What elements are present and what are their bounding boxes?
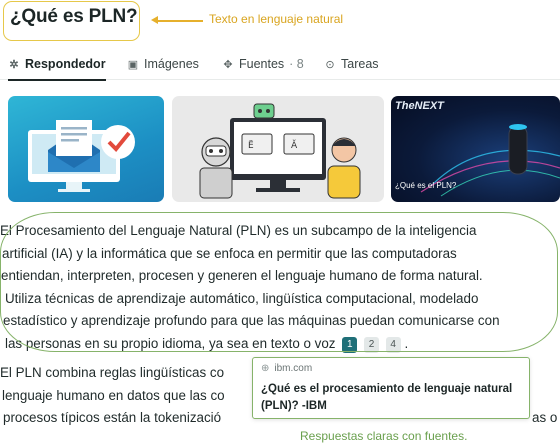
answer-paragraph: El Procesamiento del Lenguaje Natural (P… — [0, 220, 560, 356]
citation-badge[interactable]: 2 — [363, 336, 379, 353]
answer-line: estadístico y aprendizaje profundo para … — [3, 313, 500, 329]
answer-line: Utiliza técnicas de aprendizaje automáti… — [5, 290, 479, 306]
tab-tasks[interactable]: ⊙ Tareas — [324, 48, 378, 80]
email-illustration — [28, 120, 135, 192]
tab-images[interactable]: ▣ Imágenes — [127, 48, 199, 80]
globe-icon: ⊕ — [261, 363, 270, 374]
citation-badge[interactable]: 1 — [342, 336, 358, 353]
image-icon: ▣ — [127, 58, 139, 71]
popup-title[interactable]: ¿Qué es el procesamiento de lenguaje nat… — [261, 381, 523, 415]
image-result-robot[interactable]: Ё Ӑ — [172, 96, 384, 202]
check-circle-icon: ⊙ — [325, 58, 335, 71]
svg-text:Ё: Ё — [248, 140, 254, 151]
source-popup[interactable]: ⊕ ibm.com ¿Qué es el procesamiento de le… — [252, 357, 530, 419]
answer-line: El Procesamiento del Lenguaje Natural (P… — [0, 223, 477, 238]
answer-line-tail: as o — [532, 410, 558, 425]
answer-line: entiendan, interpreten, procesen y gener… — [1, 268, 483, 284]
citation-badge[interactable]: 4 — [385, 336, 401, 353]
popup-source-domain: ibm.com — [274, 363, 313, 374]
image-result-email[interactable] — [8, 96, 164, 202]
svg-text:Ӑ: Ӑ — [291, 139, 298, 151]
annotation-arrow — [151, 17, 203, 23]
thenext-logo: TheNEXT — [395, 100, 444, 112]
image-result-thenext[interactable]: TheNEXT ¿Qué es el PLN? — [391, 96, 560, 202]
responder-icon: ✲ — [9, 58, 19, 71]
annotation-natural-language: Texto en lenguaje natural — [209, 12, 344, 26]
sources-count: · 8 — [289, 57, 304, 71]
tab-sources[interactable]: ✥ Fuentes · 8 — [222, 48, 304, 80]
answer-line: artificial (IA) y la informática que se … — [2, 245, 457, 261]
sources-icon: ✥ — [223, 58, 233, 71]
annotation-clear-answers: Respuestas claras con fuentes. — [300, 429, 468, 443]
image-caption: ¿Qué es el PLN? — [395, 181, 457, 190]
answer-line: las personas en su propio idioma, ya sea… — [5, 335, 336, 351]
robot-human-illustration: Ё Ӑ — [199, 103, 361, 199]
page-title: ¿Qué es PLN? — [10, 6, 138, 27]
answer-end-punctuation: . — [404, 335, 409, 351]
tab-responder[interactable]: ✲ Respondedor — [8, 48, 106, 81]
tab-bar: ✲ Respondedor ▣ Imágenes ✥ Fuentes · 8 ⊙… — [0, 48, 560, 81]
popup-source: ⊕ ibm.com — [261, 363, 312, 374]
